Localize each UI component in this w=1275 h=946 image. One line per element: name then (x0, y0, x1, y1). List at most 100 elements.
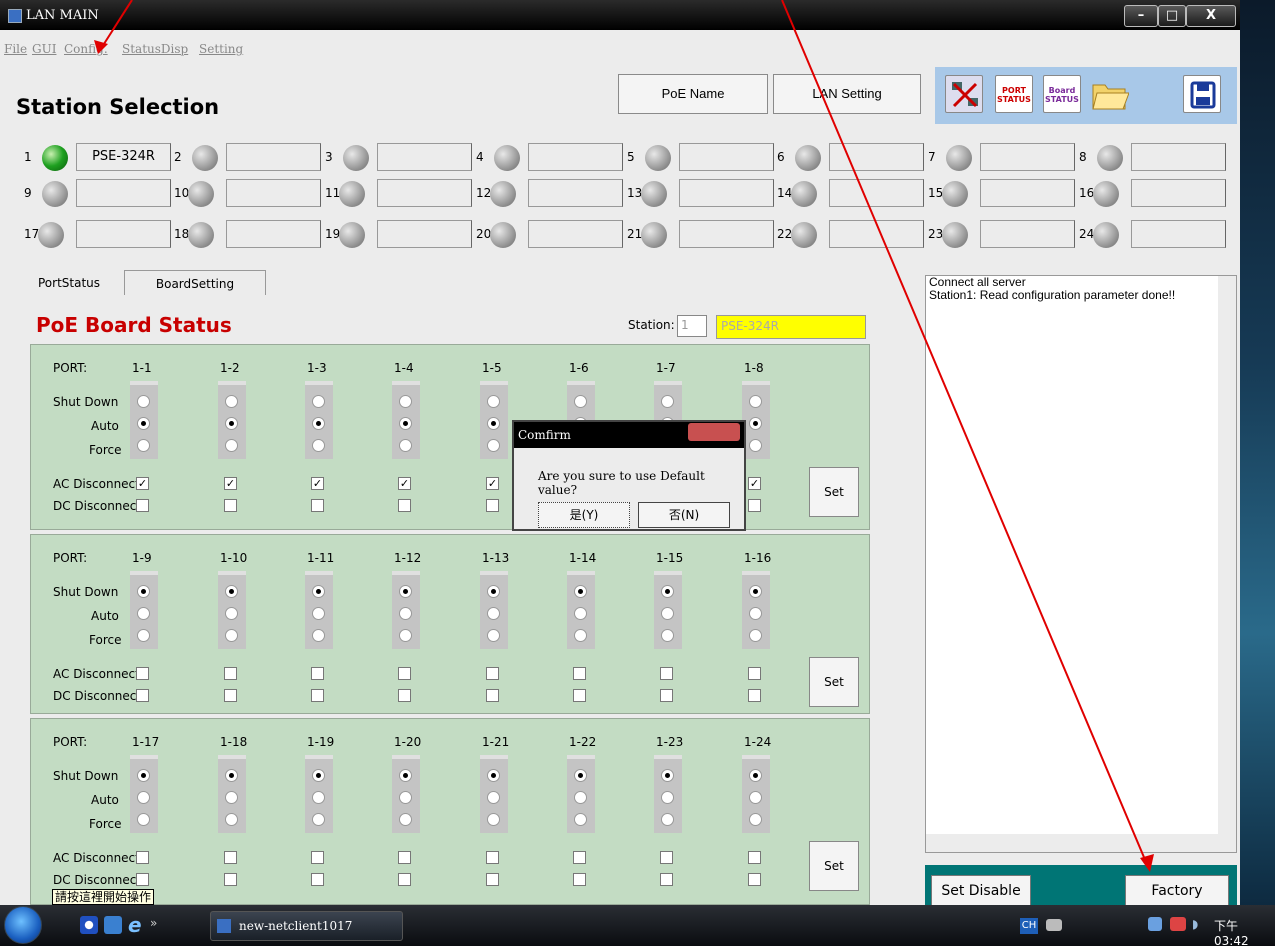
ac-checkbox[interactable] (486, 851, 499, 864)
menu-config[interactable]: Config. (64, 42, 108, 56)
radio-auto[interactable] (399, 607, 412, 620)
ac-checkbox[interactable] (486, 667, 499, 680)
station-name-box[interactable]: PSE-324R (76, 143, 171, 171)
radio-shut[interactable] (137, 585, 150, 598)
media-icon[interactable] (80, 916, 98, 934)
radio-force[interactable] (225, 629, 238, 642)
radio-force[interactable] (487, 439, 500, 452)
ac-checkbox[interactable]: ✓ (224, 477, 237, 490)
dc-checkbox[interactable] (660, 873, 673, 886)
radio-shut[interactable] (574, 395, 587, 408)
clock[interactable]: 下午 03:42 (1214, 917, 1275, 946)
status-led-icon[interactable] (791, 181, 817, 207)
radio-auto[interactable] (749, 417, 762, 430)
radio-force[interactable] (661, 813, 674, 826)
status-led-icon[interactable] (339, 181, 365, 207)
ac-checkbox[interactable] (136, 851, 149, 864)
station-name-box[interactable] (679, 143, 774, 171)
dc-checkbox[interactable] (311, 873, 324, 886)
radio-force[interactable] (137, 813, 150, 826)
station-name-box[interactable] (1131, 179, 1226, 207)
status-led-icon[interactable] (942, 181, 968, 207)
open-folder-icon[interactable] (1091, 75, 1130, 113)
radio-auto[interactable] (487, 607, 500, 620)
radio-auto[interactable] (487, 791, 500, 804)
radio-force[interactable] (661, 629, 674, 642)
radio-force[interactable] (137, 439, 150, 452)
status-led-icon[interactable] (791, 222, 817, 248)
ac-checkbox[interactable] (573, 667, 586, 680)
poe-name-button[interactable]: PoE Name (618, 74, 768, 114)
dc-checkbox[interactable] (136, 873, 149, 886)
set-button[interactable]: Set (809, 467, 859, 517)
station-name-box[interactable] (528, 220, 623, 248)
maximize-button[interactable]: □ (1158, 5, 1186, 27)
radio-force[interactable] (312, 439, 325, 452)
menu-setting[interactable]: Setting (199, 42, 243, 56)
radio-auto[interactable] (661, 791, 674, 804)
dc-checkbox[interactable] (311, 689, 324, 702)
menu-file[interactable]: File (4, 42, 27, 56)
dc-checkbox[interactable] (136, 689, 149, 702)
radio-force[interactable] (574, 813, 587, 826)
radio-auto[interactable] (574, 791, 587, 804)
dc-checkbox[interactable] (224, 873, 237, 886)
ac-checkbox[interactable] (398, 851, 411, 864)
radio-shut[interactable] (574, 585, 587, 598)
status-led-icon[interactable] (1097, 145, 1123, 171)
tab-portstatus[interactable]: PortStatus (14, 270, 124, 296)
status-led-icon[interactable] (641, 181, 667, 207)
dialog-title-bar[interactable]: Comfirm (514, 422, 744, 448)
radio-auto[interactable] (137, 417, 150, 430)
status-led-icon[interactable] (490, 181, 516, 207)
dc-checkbox[interactable] (748, 873, 761, 886)
ac-checkbox[interactable]: ✓ (398, 477, 411, 490)
dc-checkbox[interactable] (224, 499, 237, 512)
ac-checkbox[interactable]: ✓ (311, 477, 324, 490)
yes-button[interactable]: 是(Y) (538, 502, 630, 528)
radio-shut[interactable] (225, 769, 238, 782)
radio-force[interactable] (749, 629, 762, 642)
radio-force[interactable] (749, 813, 762, 826)
station-name-box[interactable] (226, 143, 321, 171)
station-name-box[interactable] (528, 179, 623, 207)
status-led-icon[interactable] (1093, 222, 1119, 248)
ac-checkbox[interactable] (224, 851, 237, 864)
station-name-box[interactable] (377, 179, 472, 207)
close-button[interactable]: X (1186, 5, 1236, 27)
station-name-box[interactable] (829, 143, 924, 171)
keyboard-icon[interactable] (1046, 919, 1062, 931)
radio-force[interactable] (487, 629, 500, 642)
station-name-box[interactable] (679, 220, 774, 248)
radio-shut[interactable] (137, 395, 150, 408)
station-name-box[interactable] (226, 179, 321, 207)
radio-force[interactable] (749, 439, 762, 452)
board-status-icon[interactable]: Board STATUS (1043, 75, 1081, 113)
radio-auto[interactable] (399, 791, 412, 804)
radio-shut[interactable] (661, 769, 674, 782)
dc-checkbox[interactable] (660, 689, 673, 702)
set-disable-button[interactable]: Set Disable (931, 875, 1031, 907)
ac-checkbox[interactable] (748, 851, 761, 864)
radio-auto[interactable] (749, 607, 762, 620)
radio-shut[interactable] (225, 585, 238, 598)
save-disk-icon[interactable] (1183, 75, 1221, 113)
radio-auto[interactable] (225, 791, 238, 804)
station-name-box[interactable] (829, 220, 924, 248)
radio-auto[interactable] (225, 417, 238, 430)
log-list[interactable]: Connect all server Station1: Read config… (925, 275, 1237, 853)
network-tray-icon[interactable] (1148, 917, 1162, 931)
status-led-icon[interactable] (38, 222, 64, 248)
ac-checkbox[interactable] (224, 667, 237, 680)
radio-auto[interactable] (661, 607, 674, 620)
radio-shut[interactable] (574, 769, 587, 782)
dc-checkbox[interactable] (311, 499, 324, 512)
dc-checkbox[interactable] (573, 689, 586, 702)
radio-force[interactable] (399, 439, 412, 452)
station-name-box[interactable] (377, 220, 472, 248)
radio-shut[interactable] (487, 395, 500, 408)
radio-shut[interactable] (312, 395, 325, 408)
radio-shut[interactable] (137, 769, 150, 782)
radio-force[interactable] (399, 813, 412, 826)
status-led-icon[interactable] (641, 222, 667, 248)
